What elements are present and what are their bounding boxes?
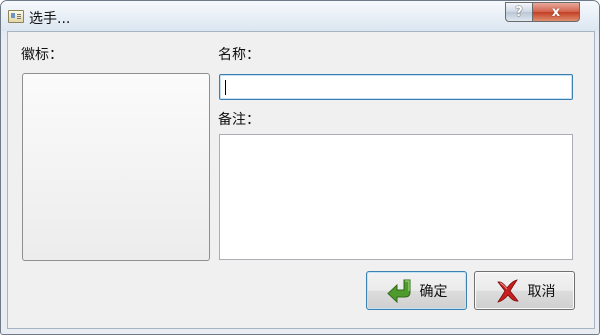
cancel-button[interactable]: 取消 [474, 271, 575, 310]
notes-label: 备注： [218, 112, 260, 128]
name-label: 名称： [218, 47, 260, 63]
logo-label: 徽标： [21, 47, 63, 63]
logo-image-box[interactable] [22, 73, 210, 261]
red-x-icon [496, 278, 519, 303]
ok-button-label: 确定 [419, 282, 448, 299]
ok-button[interactable]: 确定 [366, 271, 467, 310]
close-button[interactable]: x [532, 2, 580, 22]
title-bar[interactable]: 选手... ? x [1, 1, 599, 31]
notes-textarea[interactable] [219, 134, 573, 260]
cancel-button-label: 取消 [527, 282, 556, 299]
text-caret [225, 80, 226, 95]
close-icon: x [551, 4, 561, 20]
dialog-content: 徽标： 名称： 备注： 确定 取消 [7, 31, 595, 329]
return-arrow-icon [386, 279, 410, 303]
help-button[interactable]: ? [505, 2, 533, 22]
window-title: 选手... [29, 11, 71, 27]
dialog-window: 选手... ? x 徽标： 名称： 备注： 确定 取消 [0, 0, 600, 335]
name-input[interactable] [219, 74, 573, 100]
help-icon: ? [515, 4, 523, 20]
app-card-icon [8, 10, 24, 23]
